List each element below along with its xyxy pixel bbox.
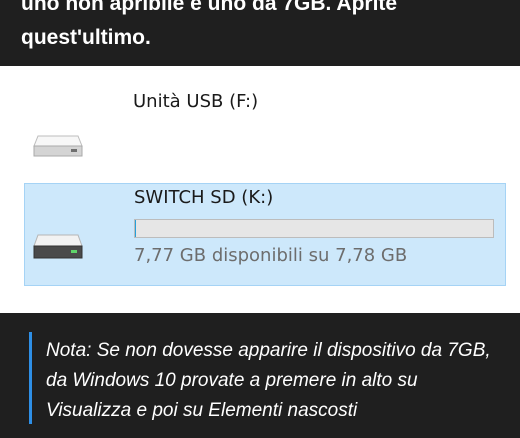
note-text: Nota: Se non dovesse apparire il disposi… bbox=[46, 340, 491, 421]
note-box: Nota: Se non dovesse apparire il disposi… bbox=[0, 313, 520, 438]
sd-drive-icon bbox=[33, 234, 83, 259]
explorer-screenshot: Unità USB (F:) SWITCH SD (K:) 7,77 GB di… bbox=[0, 66, 520, 313]
capacity-bar bbox=[134, 219, 494, 238]
free-space-text: 7,77 GB disponibili su 7,78 GB bbox=[134, 245, 408, 266]
usb-drive-icon bbox=[33, 135, 83, 157]
article-top-text-band: uno non apribile e uno da 7GB. Aprite qu… bbox=[0, 0, 520, 66]
note-accent-bar bbox=[29, 332, 32, 424]
article-instruction-text: uno non apribile e uno da 7GB. Aprite qu… bbox=[21, 0, 398, 49]
drive-label-usb: Unità USB (F:) bbox=[133, 91, 259, 112]
drive-label-switch-sd: SWITCH SD (K:) bbox=[134, 187, 274, 208]
